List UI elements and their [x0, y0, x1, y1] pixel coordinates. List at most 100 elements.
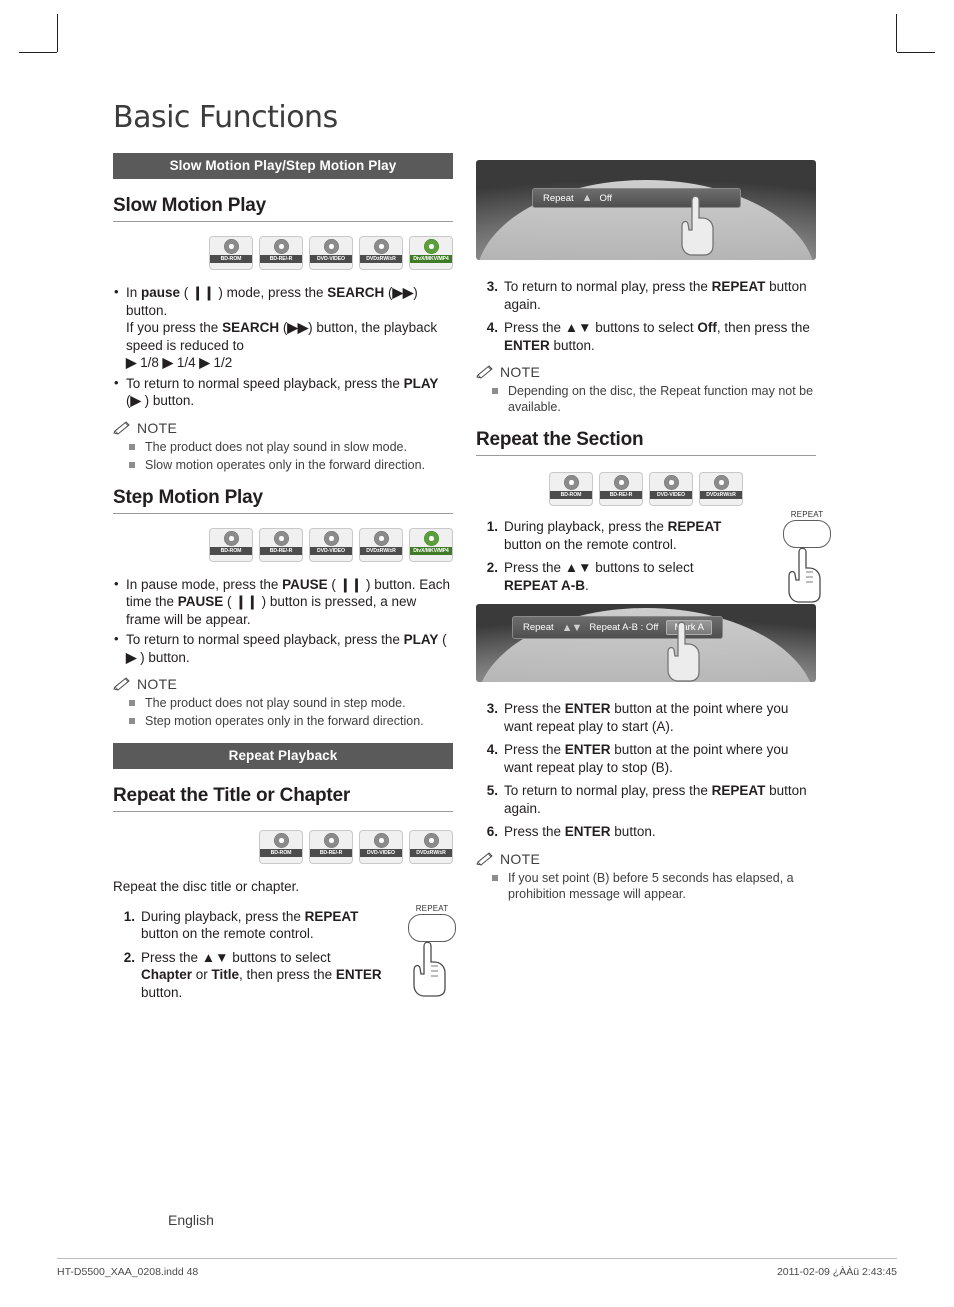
disc-glyph [323, 239, 339, 254]
disc-icon: DVD-VIDEO [309, 527, 353, 562]
hand-pointing-icon [788, 547, 821, 603]
note-item: Depending on the disc, the Repeat functi… [492, 383, 816, 415]
disc-label: BD-RE/-R [260, 546, 302, 555]
disc-glyph [563, 475, 579, 490]
disc-glyph [273, 239, 289, 254]
step-item: 3. To return to normal play, press the RE… [476, 278, 816, 313]
disc-icon: BD-ROM [549, 472, 593, 506]
step-number: 2. [486, 560, 498, 575]
step-number: 3. [486, 279, 498, 294]
disc-icons-repeat-title-chapter: BD-ROM BD-RE/-R DVD-VIDEO DVD±RW/±R [113, 830, 453, 864]
repeat-title-chapter-intro: Repeat the disc title or chapter. [113, 879, 300, 894]
disc-label: DVD-VIDEO [310, 546, 352, 555]
disc-glyph [423, 530, 439, 546]
disc-glyph [273, 833, 289, 848]
step-item: 1. During playback, press the REPEAT butt… [476, 518, 748, 553]
step-item: 2. Press the ▲▼ buttons to select REPEAT … [476, 559, 748, 594]
crop-mark-top-left-v [57, 14, 58, 52]
note-header: NOTE [476, 364, 816, 380]
note-repeat-availability: NOTE Depending on the disc, the Repeat f… [476, 364, 816, 415]
steps-repeat-off: 3. To return to normal play, press the RE… [476, 278, 816, 354]
remote-button-label: REPEAT [415, 903, 449, 913]
note-item: Step motion operates only in the forward… [129, 713, 453, 729]
note-item: The product does not play sound in slow … [129, 439, 453, 455]
osd-screenshot-repeat-off: Repeat ▲ Off [476, 160, 816, 260]
footer-divider [57, 1258, 897, 1259]
step-item: 3. Press the ENTER button at the point wh… [476, 700, 816, 735]
rule-repeat-section [476, 455, 816, 456]
remote-repeat-button-graphic: REPEAT [403, 904, 461, 1003]
disc-icon: BD-RE/-R [259, 527, 303, 562]
pencil-icon [113, 420, 130, 435]
note-header: NOTE [476, 851, 816, 867]
step-number: 4. [486, 742, 498, 757]
rule-slow-motion [113, 221, 453, 222]
disc-label: DVD±RW/±R [360, 546, 402, 555]
step-number: 1. [123, 908, 135, 924]
disc-glyph [373, 239, 389, 254]
disc-icon: DivX/MKV/MP4 [409, 527, 453, 562]
bullet-item: In pause mode, press the PAUSE ( ❙❙ ) bu… [113, 575, 453, 629]
note-item: The product does not play sound in step … [129, 695, 453, 711]
note-header: NOTE [113, 420, 453, 436]
rule-step-motion [113, 512, 453, 514]
osd-row-label: Repeat [523, 622, 554, 633]
disc-glyph [423, 239, 439, 254]
step-number: 3. [486, 701, 498, 716]
disc-icon: DVD±RW/±R [359, 236, 403, 270]
footer-file-name: HT-D5500_XAA_0208.indd 48 [57, 1266, 199, 1278]
disc-label: DVD-VIDEO [360, 849, 402, 857]
steps-repeat-section-a: 1. During playback, press the REPEAT butt… [476, 518, 748, 594]
bullets-slow-motion: In pause ( ❙❙ ) mode, press the SEARCH (… [113, 283, 453, 410]
osd-row-label: Repeat [543, 192, 574, 204]
footer-timestamp: 2011-02-09 ¿ÀÀü 2:43:45 [776, 1266, 897, 1278]
disc-icon: DVD-VIDEO [649, 472, 693, 506]
osd-hand-icon [667, 621, 700, 682]
disc-label: DVD-VIDEO [650, 491, 692, 499]
step-number: 5. [486, 783, 498, 798]
disc-icon: DVD±RW/±R [409, 830, 453, 864]
disc-label: BD-ROM [210, 255, 252, 263]
step-number: 4. [486, 320, 498, 335]
disc-glyph [323, 833, 339, 848]
disc-icon: DVD-VIDEO [309, 236, 353, 270]
disc-glyph [373, 833, 389, 848]
disc-label: BD-ROM [550, 491, 592, 499]
pencil-icon [476, 851, 493, 866]
disc-label: BD-ROM [210, 546, 252, 555]
disc-glyph [713, 475, 729, 490]
rule-repeat-title-chapter [113, 811, 453, 812]
osd-value: Repeat A-B : Off [589, 622, 659, 633]
disc-label: DivX/MKV/MP4 [410, 255, 452, 263]
disc-label: DVD±RW/±R [360, 255, 402, 263]
steps-repeat-title-chapter: 1. During playback, press the REPEAT butt… [113, 908, 383, 1002]
osd-updown-arrows: ▲▼ [561, 621, 583, 634]
disc-icon: BD-RE/-R [599, 472, 643, 506]
heading-step-motion-play: Step Motion Play [113, 486, 263, 508]
crop-mark-top-right-h [897, 52, 935, 53]
disc-icon: BD-RE/-R [309, 830, 353, 864]
note-slow-motion: NOTE The product does not play sound in … [113, 420, 453, 473]
osd-screenshot-repeat-ab: Repeat ▲▼ Repeat A-B : Off Mark A [476, 604, 816, 682]
heading-repeat-title-chapter: Repeat the Title or Chapter [113, 785, 351, 806]
note-step-motion: NOTE The product does not play sound in … [113, 676, 453, 729]
remote-repeat-button-graphic-2: REPEAT [778, 510, 836, 609]
step-number: 1. [486, 519, 498, 534]
disc-glyph [323, 530, 339, 546]
crop-mark-top-left-h [19, 52, 57, 53]
step-item: 5. To return to normal play, press the RE… [476, 782, 816, 817]
bullet-item: To return to normal speed playback, pres… [113, 630, 453, 666]
disc-icons-step-motion: BD-ROM BD-RE/-R DVD-VIDEO DVD±RW/±R DivX/MKV… [113, 527, 453, 562]
heading-slow-motion-play: Slow Motion Play [113, 195, 267, 216]
bullets-step-motion: In pause mode, press the PAUSE ( ❙❙ ) bu… [113, 575, 453, 667]
step-item: 2. Press the ▲▼ buttons to select Chapter… [113, 949, 383, 1002]
bullet-item: To return to normal speed playback, pres… [113, 374, 453, 410]
disc-icon: BD-ROM [209, 236, 253, 270]
section-bar-slow-step: Slow Motion Play/Step Motion Play [113, 153, 453, 179]
step-item: 4. Press the ENTER button at the point wh… [476, 741, 816, 776]
disc-icon: DVD±RW/±R [359, 527, 403, 562]
steps-repeat-section-b: 3. Press the ENTER button at the point wh… [476, 700, 816, 841]
note-header: NOTE [113, 676, 453, 692]
note-items: If you set point (B) before 5 seconds ha… [476, 870, 816, 902]
disc-icons-slow-motion: BD-ROM BD-RE/-R DVD-VIDEO DVD±RW/±R DivX/MKV… [113, 236, 453, 270]
